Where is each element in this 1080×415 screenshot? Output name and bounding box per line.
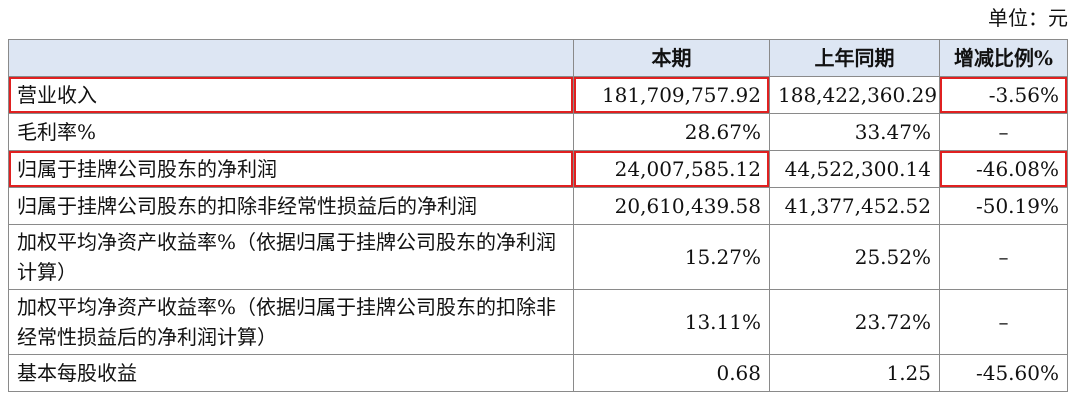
cell-previous: 33.47% [769, 113, 940, 151]
cell-change: -46.08% [939, 150, 1068, 188]
cell-change: – [939, 289, 1068, 355]
cell-current: 0.68 [573, 354, 770, 392]
cell-change: -3.56% [939, 76, 1068, 114]
table-row: 归属于挂牌公司股东的扣除非经常性损益后的净利润 20,610,439.58 41… [8, 187, 1068, 225]
table-row: 基本每股收益 0.68 1.25 -45.60% [8, 354, 1068, 392]
header-change-ratio: 增减比例% [939, 39, 1068, 77]
cell-current: 13.11% [573, 289, 770, 355]
row-label-gross-margin: 毛利率% [8, 113, 574, 151]
unit-label: 单位：元 [988, 6, 1068, 30]
cell-current: 28.67% [573, 113, 770, 151]
cell-previous: 41,377,452.52 [769, 187, 940, 225]
cell-previous: 23.72% [769, 289, 940, 355]
row-label-revenue: 营业收入 [8, 76, 574, 114]
cell-current: 15.27% [573, 224, 770, 290]
financial-summary-table: 本期 上年同期 增减比例% 营业收入 181,709,757.92 188,42… [8, 39, 1068, 392]
cell-current: 20,610,439.58 [573, 187, 770, 225]
cell-change: – [939, 113, 1068, 151]
cell-previous: 25.52% [769, 224, 940, 290]
table-row: 归属于挂牌公司股东的净利润 24,007,585.12 44,522,300.1… [8, 150, 1068, 188]
row-label-net-profit: 归属于挂牌公司股东的净利润 [8, 150, 574, 188]
header-current-period: 本期 [573, 39, 770, 77]
cell-previous: 44,522,300.14 [769, 150, 940, 188]
row-label-adjusted-net-profit: 归属于挂牌公司股东的扣除非经常性损益后的净利润 [8, 187, 574, 225]
table-row: 毛利率% 28.67% 33.47% – [8, 113, 1068, 151]
cell-change: – [939, 224, 1068, 290]
row-label-adjusted-roe: 加权平均净资产收益率%（依据归属于挂牌公司股东的扣除非经常性损益后的净利润计算） [8, 289, 574, 355]
table-row: 加权平均净资产收益率%（依据归属于挂牌公司股东的扣除非经常性损益后的净利润计算）… [8, 289, 1068, 355]
cell-current: 24,007,585.12 [573, 150, 770, 188]
cell-previous: 188,422,360.29 [769, 76, 940, 114]
cell-change: -50.19% [939, 187, 1068, 225]
cell-previous: 1.25 [769, 354, 940, 392]
cell-change: -45.60% [939, 354, 1068, 392]
table-row: 加权平均净资产收益率%（依据归属于挂牌公司股东的净利润计算） 15.27% 25… [8, 224, 1068, 290]
table-row: 营业收入 181,709,757.92 188,422,360.29 -3.56… [8, 76, 1068, 114]
header-item [8, 39, 574, 77]
cell-current: 181,709,757.92 [573, 76, 770, 114]
row-label-eps: 基本每股收益 [8, 354, 574, 392]
table-header-row: 本期 上年同期 增减比例% [8, 39, 1068, 77]
row-label-roe: 加权平均净资产收益率%（依据归属于挂牌公司股东的净利润计算） [8, 224, 574, 290]
header-previous-period: 上年同期 [769, 39, 940, 77]
